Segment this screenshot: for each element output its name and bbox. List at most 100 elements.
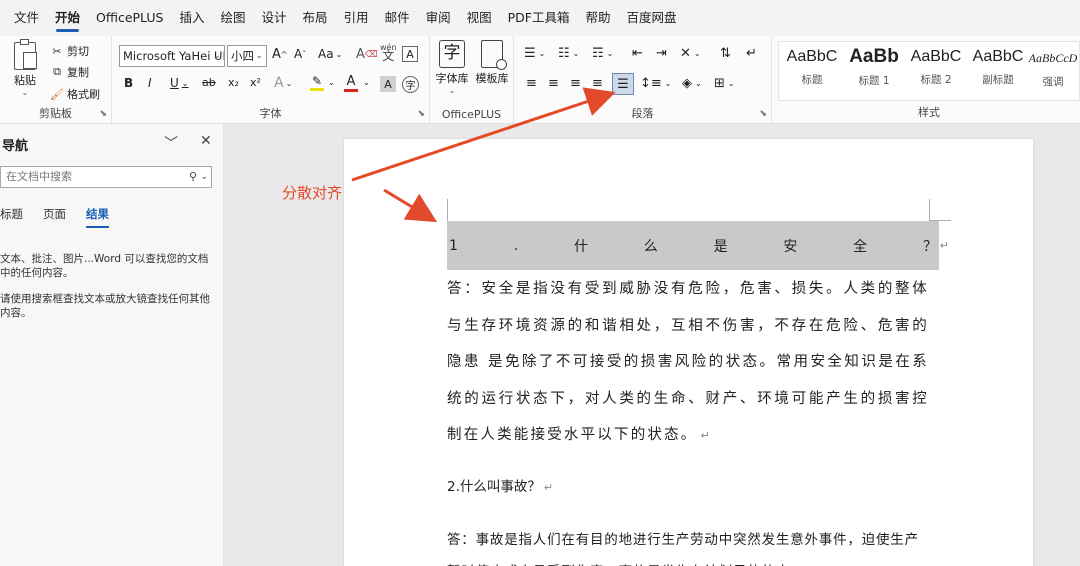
justify-button[interactable]: ≡ xyxy=(592,76,603,91)
margin-marker xyxy=(447,199,448,221)
paste-dropdown-icon[interactable]: ⌄ xyxy=(8,88,42,97)
heading-char: 是 xyxy=(713,238,728,255)
tab-pages[interactable]: 页面 xyxy=(43,206,66,228)
paragraph-mark-icon: ↵ xyxy=(939,239,949,252)
font-name-combo[interactable]: Microsoft YaHei UI ⌄ xyxy=(119,45,225,67)
clipboard-launcher-icon[interactable]: ⬊ xyxy=(99,109,107,119)
style-subtitle[interactable]: AaBbC 副标题 xyxy=(967,48,1029,87)
menu-item[interactable]: 插入 xyxy=(171,0,212,36)
align-center-icon: ≡ xyxy=(548,76,559,91)
question-2-heading[interactable]: 2.什么叫事故？ ↵ xyxy=(447,475,553,495)
margin-marker xyxy=(929,199,930,221)
font-launcher-icon[interactable]: ⬊ xyxy=(417,109,425,119)
menu-item[interactable]: 开始 xyxy=(47,0,88,36)
asian-layout-button[interactable]: ✕ ⌄ xyxy=(680,46,701,61)
clipboard-group-label: 剪贴板 xyxy=(39,107,72,120)
search-icon[interactable]: ⚲ xyxy=(189,167,197,187)
shading-button[interactable]: ◈ ⌄ xyxy=(682,76,702,91)
format-painter-icon: 🖌 xyxy=(50,87,64,101)
highlight-button[interactable]: ✎ xyxy=(310,74,324,91)
template-library-button[interactable]: 模板库 xyxy=(472,40,512,86)
style-emphasis[interactable]: AaBbCcD 强调 xyxy=(1025,48,1080,89)
menu-item[interactable]: 文件 xyxy=(6,0,47,36)
increase-indent-button[interactable]: ⇥ xyxy=(656,46,667,61)
justify-icon: ≡ xyxy=(592,76,603,91)
cut-button[interactable]: ✂ 剪切 xyxy=(50,42,89,60)
align-right-button[interactable]: ≡ xyxy=(570,76,581,91)
tab-headings[interactable]: 标题 xyxy=(0,206,23,228)
align-left-icon: ≡ xyxy=(526,76,537,91)
align-left-button[interactable]: ≡ xyxy=(526,76,537,91)
bold-button[interactable]: B xyxy=(124,76,133,90)
tab-results[interactable]: 结果 xyxy=(86,206,109,228)
style-heading-1[interactable]: AaBb 标题 1 xyxy=(843,46,905,88)
format-painter-button[interactable]: 🖌 格式刷 xyxy=(50,85,100,103)
close-icon[interactable]: ✕ xyxy=(200,133,212,149)
menu-item[interactable]: OfficePLUS xyxy=(88,0,171,36)
chevron-down-icon[interactable]: ⌄ xyxy=(328,78,335,87)
menu-item[interactable]: 审阅 xyxy=(418,0,459,36)
decrease-indent-button[interactable]: ⇤ xyxy=(632,46,643,61)
styles-group-label: 样式 xyxy=(918,106,940,119)
style-heading-2[interactable]: AaBbC 标题 2 xyxy=(905,48,967,87)
underline-button[interactable]: U ⌄ xyxy=(170,76,189,90)
menu-item[interactable]: 邮件 xyxy=(377,0,418,36)
font-color-button[interactable]: A xyxy=(344,74,358,92)
phonetic-guide-button[interactable]: wén 文 xyxy=(380,44,397,63)
borders-icon: ⊞ xyxy=(714,76,725,91)
character-border-button[interactable]: A xyxy=(402,46,418,62)
menu-item[interactable]: 绘图 xyxy=(213,0,254,36)
menu-item[interactable]: 百度网盘 xyxy=(618,0,684,36)
answer-1-paragraph[interactable]: 答：安全是指没有受到威胁没有危险，危害、损失。人类的整体与生存环境资源的和谐相处… xyxy=(447,271,929,455)
scissors-icon: ✂ xyxy=(52,44,62,58)
clear-format-button[interactable]: A ⌫ xyxy=(356,47,378,62)
text-effects-button[interactable]: A ⌄ xyxy=(274,75,292,91)
numbered-list-icon: ☷ xyxy=(558,46,570,61)
numbering-button[interactable]: ☷ ⌄ xyxy=(558,46,579,61)
menu-item[interactable]: 视图 xyxy=(459,0,500,36)
decrease-indent-icon: ⇤ xyxy=(632,46,643,61)
chevron-down-icon[interactable]: ⌄ xyxy=(363,78,370,87)
nav-search-input[interactable]: 在文档中搜索 ⚲ ⌄ xyxy=(0,166,212,188)
font-size-combo[interactable]: 小四 ⌄ xyxy=(227,45,267,67)
menu-item[interactable]: 设计 xyxy=(254,0,295,36)
grow-font-button[interactable]: A ^ xyxy=(272,47,288,62)
paragraph-group: ☰ ⌄ ☷ ⌄ ☶ ⌄ ⇤ ⇥ ✕ ⌄ ⇅ ↵ ≡ ≡ ≡ ≡ ☰ ↕≡ ⌄ ◈ ⌄ ⊞ ⌄ … xyxy=(514,36,772,124)
menu-item[interactable]: 引用 xyxy=(336,0,377,36)
subscript-button[interactable]: x₂ xyxy=(228,76,239,89)
change-case-button[interactable]: Aa ⌄ xyxy=(318,47,342,61)
answer-2-paragraph[interactable]: 答：事故是指人们在有目的地进行生产劳动中突然发生意外事件，迫使生产暂时停止或人员… xyxy=(447,524,929,566)
styles-gallery: AaBbC 标题 AaBb 标题 1 AaBbC 标题 2 AaBbC 副标题 … xyxy=(778,41,1080,101)
superscript-button[interactable]: x² xyxy=(250,76,261,89)
chevron-down-icon[interactable]: ⌄ xyxy=(200,167,208,187)
line-spacing-button[interactable]: ↕≡ ⌄ xyxy=(640,76,672,91)
distributed-align-button[interactable]: ☰ xyxy=(612,73,634,95)
navigation-pane: 导航 ﹀ ✕ 在文档中搜索 ⚲ ⌄ 标题 页面 结果 文本、批注、图片...Wo… xyxy=(0,124,224,566)
font-library-button[interactable]: 字 字体库 ⌄ xyxy=(434,40,470,95)
style-title[interactable]: AaBbC 标题 xyxy=(781,48,843,87)
strikethrough-button[interactable]: ab xyxy=(202,76,216,89)
align-center-button[interactable]: ≡ xyxy=(548,76,559,91)
character-shading-button[interactable]: A xyxy=(380,76,396,92)
italic-button[interactable]: I xyxy=(148,76,152,90)
menu-item[interactable]: 布局 xyxy=(295,0,336,36)
enclose-characters-button[interactable]: 字 xyxy=(402,76,419,93)
menu-item[interactable]: 帮助 xyxy=(577,0,618,36)
sort-button[interactable]: ⇅ xyxy=(720,46,731,61)
paragraph-launcher-icon[interactable]: ⬊ xyxy=(759,109,767,119)
document-page[interactable]: 1. 什么是安全？ ↵ 答：安全是指没有受到威胁没有危险，危害、损失。人类的整体与生… xyxy=(344,139,1033,566)
multilevel-list-button[interactable]: ☶ ⌄ xyxy=(592,46,613,61)
copy-button[interactable]: ⧉ 复制 xyxy=(50,63,89,81)
paragraph-mark-icon: ↵ xyxy=(700,429,712,442)
heading-char: 么 xyxy=(643,238,658,255)
menu-item[interactable]: PDF工具箱 xyxy=(500,0,578,36)
show-marks-button[interactable]: ↵ xyxy=(746,46,757,61)
borders-button[interactable]: ⊞ ⌄ xyxy=(714,76,735,91)
bullets-button[interactable]: ☰ ⌄ xyxy=(524,46,545,61)
selected-heading-line[interactable]: 1. 什 么 是 安 全 ？ ↵ xyxy=(447,221,949,270)
increase-indent-icon: ⇥ xyxy=(656,46,667,61)
font-group-label: 字体 xyxy=(259,107,282,120)
paste-button[interactable]: 粘贴 ⌄ xyxy=(8,39,42,97)
chevron-down-icon[interactable]: ﹀ xyxy=(164,133,178,153)
shrink-font-button[interactable]: Aˇ xyxy=(294,47,306,61)
